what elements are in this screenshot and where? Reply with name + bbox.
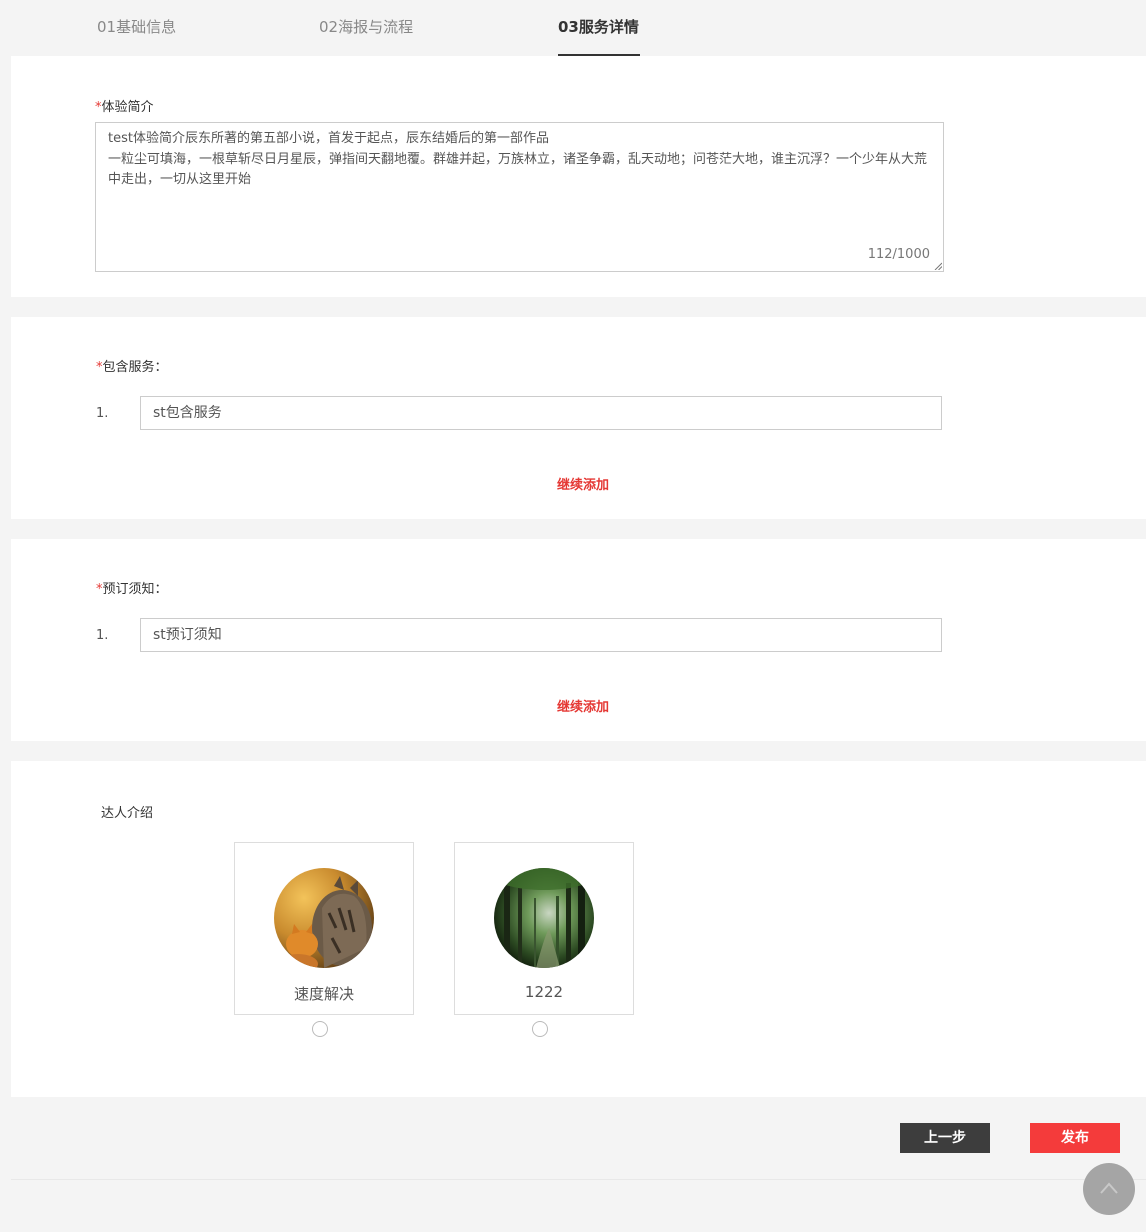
item-number: 1.	[96, 628, 109, 643]
prev-step-button[interactable]: 上一步	[900, 1123, 990, 1153]
tab-service-details[interactable]: 03服务详情	[558, 16, 640, 56]
intro-textarea[interactable]: test体验简介辰东所著的第五部小说，首发于起点，辰东结婚后的第一部作品 一粒尘…	[95, 122, 944, 272]
cat-avatar	[274, 868, 374, 968]
notice-label-text: 预订须知：	[102, 582, 168, 597]
item-number: 1.	[96, 406, 109, 421]
expert-card[interactable]: 速度解决	[234, 842, 414, 1015]
expert-radio[interactable]	[312, 1021, 328, 1037]
back-to-top-button[interactable]	[1083, 1163, 1135, 1215]
tab-basic-info[interactable]: 01基础信息	[97, 16, 176, 56]
notice-label: *预订须知：	[96, 578, 168, 597]
form-footer: 上一步 发布	[11, 1097, 1146, 1180]
step-tabs: 01基础信息 02海报与流程 03服务详情	[0, 0, 1146, 56]
expert-name: 速度解决	[293, 985, 354, 1003]
tab-poster-process[interactable]: 02海报与流程	[319, 16, 413, 56]
forest-avatar	[494, 868, 594, 968]
notice-item-input[interactable]: st预订须知	[140, 618, 942, 652]
services-section: *包含服务： 1. st包含服务 继续添加	[11, 317, 1146, 519]
resize-handle-icon[interactable]	[934, 262, 942, 270]
expert-card[interactable]: 1222	[454, 842, 634, 1015]
experts-label: 达人介绍	[101, 806, 154, 821]
add-notice-button[interactable]: 继续添加	[557, 696, 609, 715]
services-label: *包含服务：	[96, 356, 168, 375]
notice-section: *预订须知： 1. st预订须知 继续添加	[11, 539, 1146, 741]
intro-label: *体验简介	[95, 96, 154, 115]
chevron-up-icon	[1100, 1182, 1118, 1194]
intro-section: *体验简介 test体验简介辰东所著的第五部小说，首发于起点，辰东结婚后的第一部…	[11, 56, 1146, 297]
expert-name: 1222	[524, 983, 564, 1001]
publish-button[interactable]: 发布	[1030, 1123, 1120, 1153]
intro-text: test体验简介辰东所著的第五部小说，首发于起点，辰东结婚后的第一部作品 一粒尘…	[108, 131, 928, 187]
expert-radio[interactable]	[532, 1021, 548, 1037]
intro-label-text: 体验简介	[101, 100, 154, 115]
add-service-button[interactable]: 继续添加	[557, 474, 609, 493]
experts-section: 达人介绍 速度解决 1222	[11, 761, 1146, 1097]
service-item-input[interactable]: st包含服务	[140, 396, 942, 430]
services-label-text: 包含服务：	[102, 360, 168, 375]
char-counter: 112/1000	[867, 247, 930, 262]
